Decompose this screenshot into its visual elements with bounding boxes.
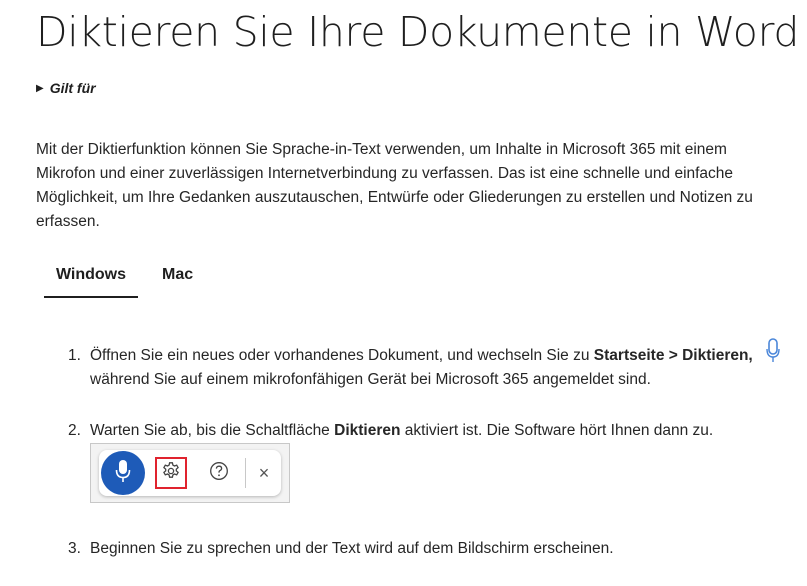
- expand-triangle-icon: ▶: [36, 82, 44, 94]
- page-title: Diktieren Sie Ihre Dokumente in Word: [36, 8, 800, 56]
- step-number: 1.: [68, 347, 81, 364]
- close-icon: ×: [258, 462, 270, 483]
- toolbar-divider: [245, 458, 246, 488]
- step-text: Warten Sie ab, bis die Schaltfläche Dikt…: [90, 419, 760, 443]
- step-text-part: Beginnen Sie zu sprechen und der Text wi…: [90, 540, 614, 557]
- platform-tabs: Windows Mac: [44, 258, 217, 298]
- step-text: Öffnen Sie ein neues oder vorhandenes Do…: [90, 344, 760, 392]
- list-item: 1. Öffnen Sie ein neues oder vorhandenes…: [68, 344, 760, 392]
- tab-windows[interactable]: Windows: [44, 258, 138, 298]
- gear-icon: [161, 461, 181, 486]
- tab-mac[interactable]: Mac: [162, 258, 193, 298]
- close-button[interactable]: ×: [253, 462, 275, 484]
- microphone-icon: [115, 459, 131, 488]
- step-number: 2.: [68, 422, 81, 439]
- list-item: 2. Warten Sie ab, bis die Schaltfläche D…: [68, 419, 760, 443]
- help-icon: [209, 461, 229, 486]
- applies-to-label: Gilt für: [49, 80, 96, 96]
- applies-to-toggle[interactable]: ▶ Gilt für: [36, 80, 96, 96]
- step-number: 3.: [68, 540, 81, 557]
- step-text-part: aktiviert ist. Die Software hört Ihnen d…: [400, 422, 714, 439]
- step-text-bold: Diktieren: [334, 422, 401, 439]
- step-text-bold: Startseite > Diktieren,: [593, 347, 753, 364]
- intro-paragraph: Mit der Diktierfunktion können Sie Sprac…: [36, 141, 753, 230]
- step-text-part: Öffnen Sie ein neues oder vorhandenes Do…: [90, 347, 594, 364]
- list-item: 3. Beginnen Sie zu sprechen und der Text…: [68, 537, 760, 561]
- microphone-icon: [766, 338, 780, 369]
- dictation-toolbar-panel: ×: [99, 450, 281, 496]
- step-text: Beginnen Sie zu sprechen und der Text wi…: [90, 537, 760, 561]
- help-button[interactable]: [205, 459, 233, 487]
- step-text-part: während Sie auf einem mikrofonfähigen Ge…: [90, 371, 651, 388]
- settings-button[interactable]: [155, 457, 187, 489]
- dictate-button[interactable]: [101, 451, 145, 495]
- step-text-part: Warten Sie ab, bis die Schaltfläche: [90, 422, 335, 439]
- dictation-toolbar: ×: [90, 443, 290, 503]
